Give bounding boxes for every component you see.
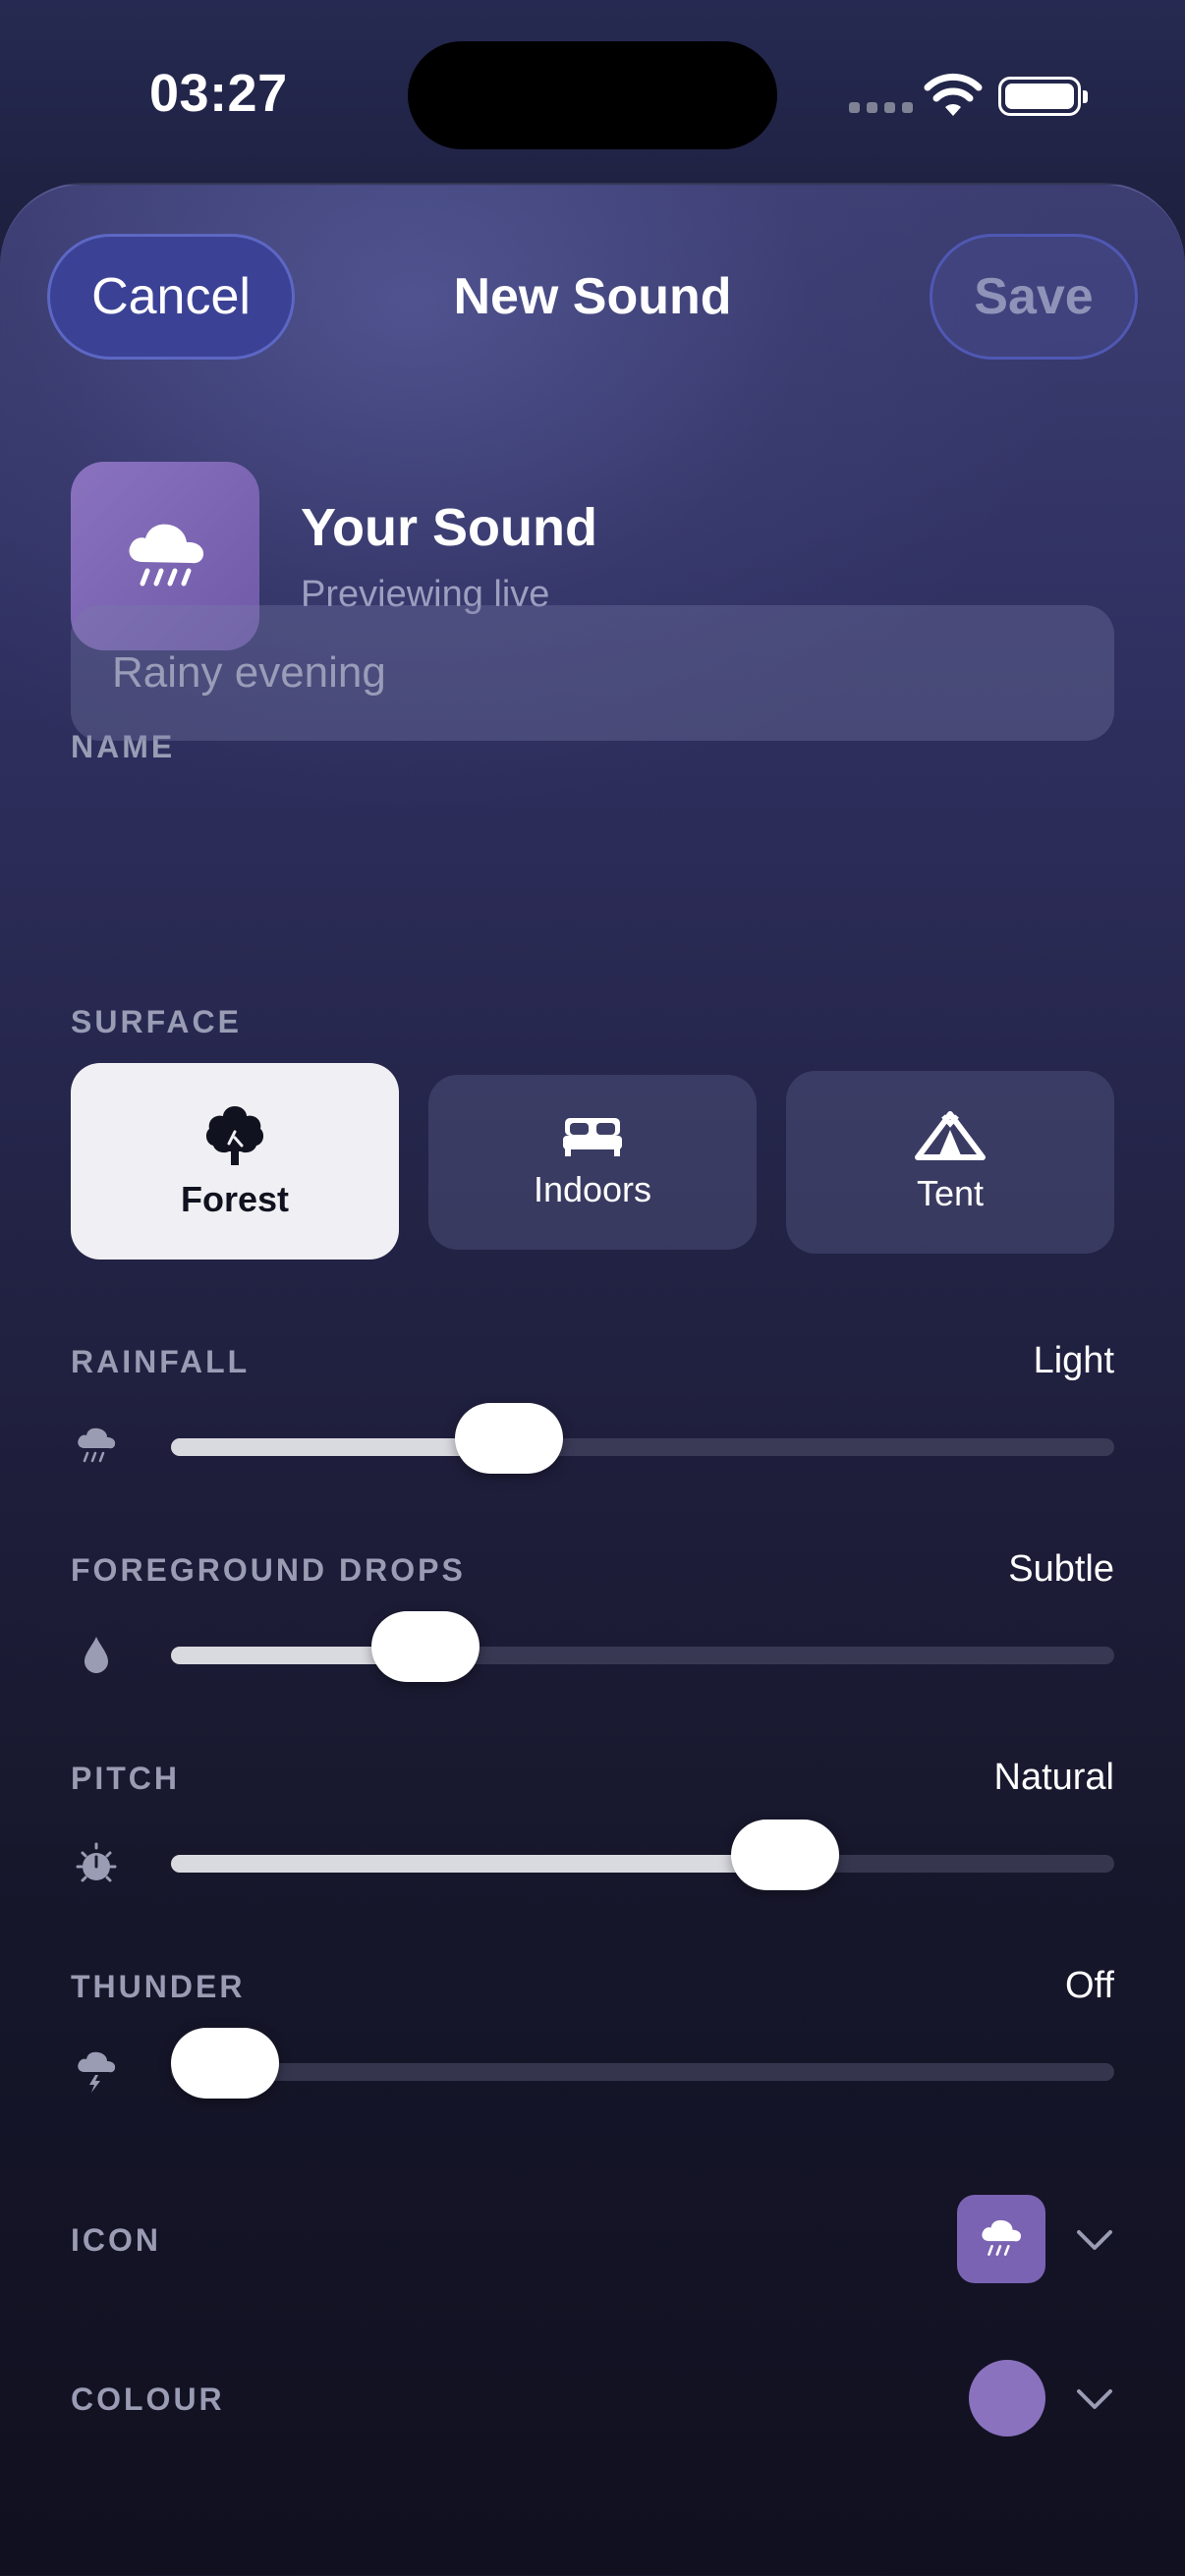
thunder-slider[interactable]	[171, 2028, 1114, 2099]
pitch-slider[interactable]	[171, 1820, 1114, 1890]
bed-icon	[563, 1118, 622, 1156]
rainfall-slider[interactable]	[171, 1403, 1114, 1474]
screen: 03:27 Cancel New Sound Save Your Sound P…	[0, 0, 1185, 2576]
slider-thumb[interactable]	[371, 1611, 480, 1682]
battery-icon	[998, 77, 1088, 116]
slider-thumb[interactable]	[455, 1403, 563, 1474]
cellular-signal-icon	[849, 102, 913, 113]
name-input[interactable]	[71, 605, 1114, 741]
colour-row-label: COLOUR	[71, 2381, 225, 2417]
surface-option-tent[interactable]: Tent	[786, 1071, 1114, 1254]
pitch-value: Natural	[993, 1757, 1115, 1798]
icon-row-label: ICON	[71, 2222, 161, 2258]
cloud-bolt-icon	[78, 2051, 116, 2093]
rainfall-value: Light	[1033, 1340, 1114, 1381]
colour-picker-swatch[interactable]	[969, 2360, 1045, 2436]
slider-icon	[73, 1631, 120, 1678]
rainfall-label: RAINFALL	[71, 1344, 251, 1379]
wifi-icon	[924, 73, 983, 116]
icon-picker-swatch[interactable]	[957, 2195, 1045, 2283]
tent-icon	[915, 1111, 986, 1160]
foreground-drops-label: FOREGROUND DROPS	[71, 1552, 466, 1588]
foreground-drops-slider[interactable]	[171, 1611, 1114, 1682]
surface-label: SURFACE	[71, 1004, 242, 1039]
thunder-value: Off	[1065, 1965, 1114, 2006]
save-button[interactable]: Save	[930, 234, 1138, 360]
slider-thumb[interactable]	[730, 1820, 839, 1890]
surface-option-forest[interactable]: Forest	[71, 1063, 399, 1260]
surface-option-indoors[interactable]: Indoors	[428, 1075, 757, 1250]
slider-fill	[171, 1855, 785, 1873]
surface-option-label: Tent	[916, 1173, 985, 1213]
chevron-down-icon[interactable]	[1075, 2228, 1114, 2252]
thunder-label: THUNDER	[71, 1969, 246, 2004]
chevron-down-icon[interactable]	[1075, 2387, 1114, 2411]
slider-icon	[73, 1423, 120, 1470]
slider-thumb[interactable]	[171, 2028, 279, 2099]
dial-icon	[76, 1842, 117, 1882]
preview-title: Your Sound	[301, 498, 597, 557]
surface-option-label: Indoors	[533, 1169, 652, 1209]
dynamic-island	[408, 41, 777, 149]
surface-option-label: Forest	[180, 1179, 290, 1219]
cloud-rain-icon	[129, 524, 204, 587]
drop-icon	[85, 1637, 108, 1673]
slider-icon	[73, 2047, 120, 2095]
cloud-rain-icon	[78, 1428, 116, 1463]
status-time: 03:27	[149, 64, 288, 123]
pitch-label: PITCH	[71, 1761, 180, 1796]
slider-icon	[73, 1841, 120, 1888]
foreground-drops-value: Subtle	[1008, 1548, 1114, 1590]
cloud-rain-icon	[982, 2219, 1022, 2256]
tree-icon	[205, 1106, 264, 1165]
